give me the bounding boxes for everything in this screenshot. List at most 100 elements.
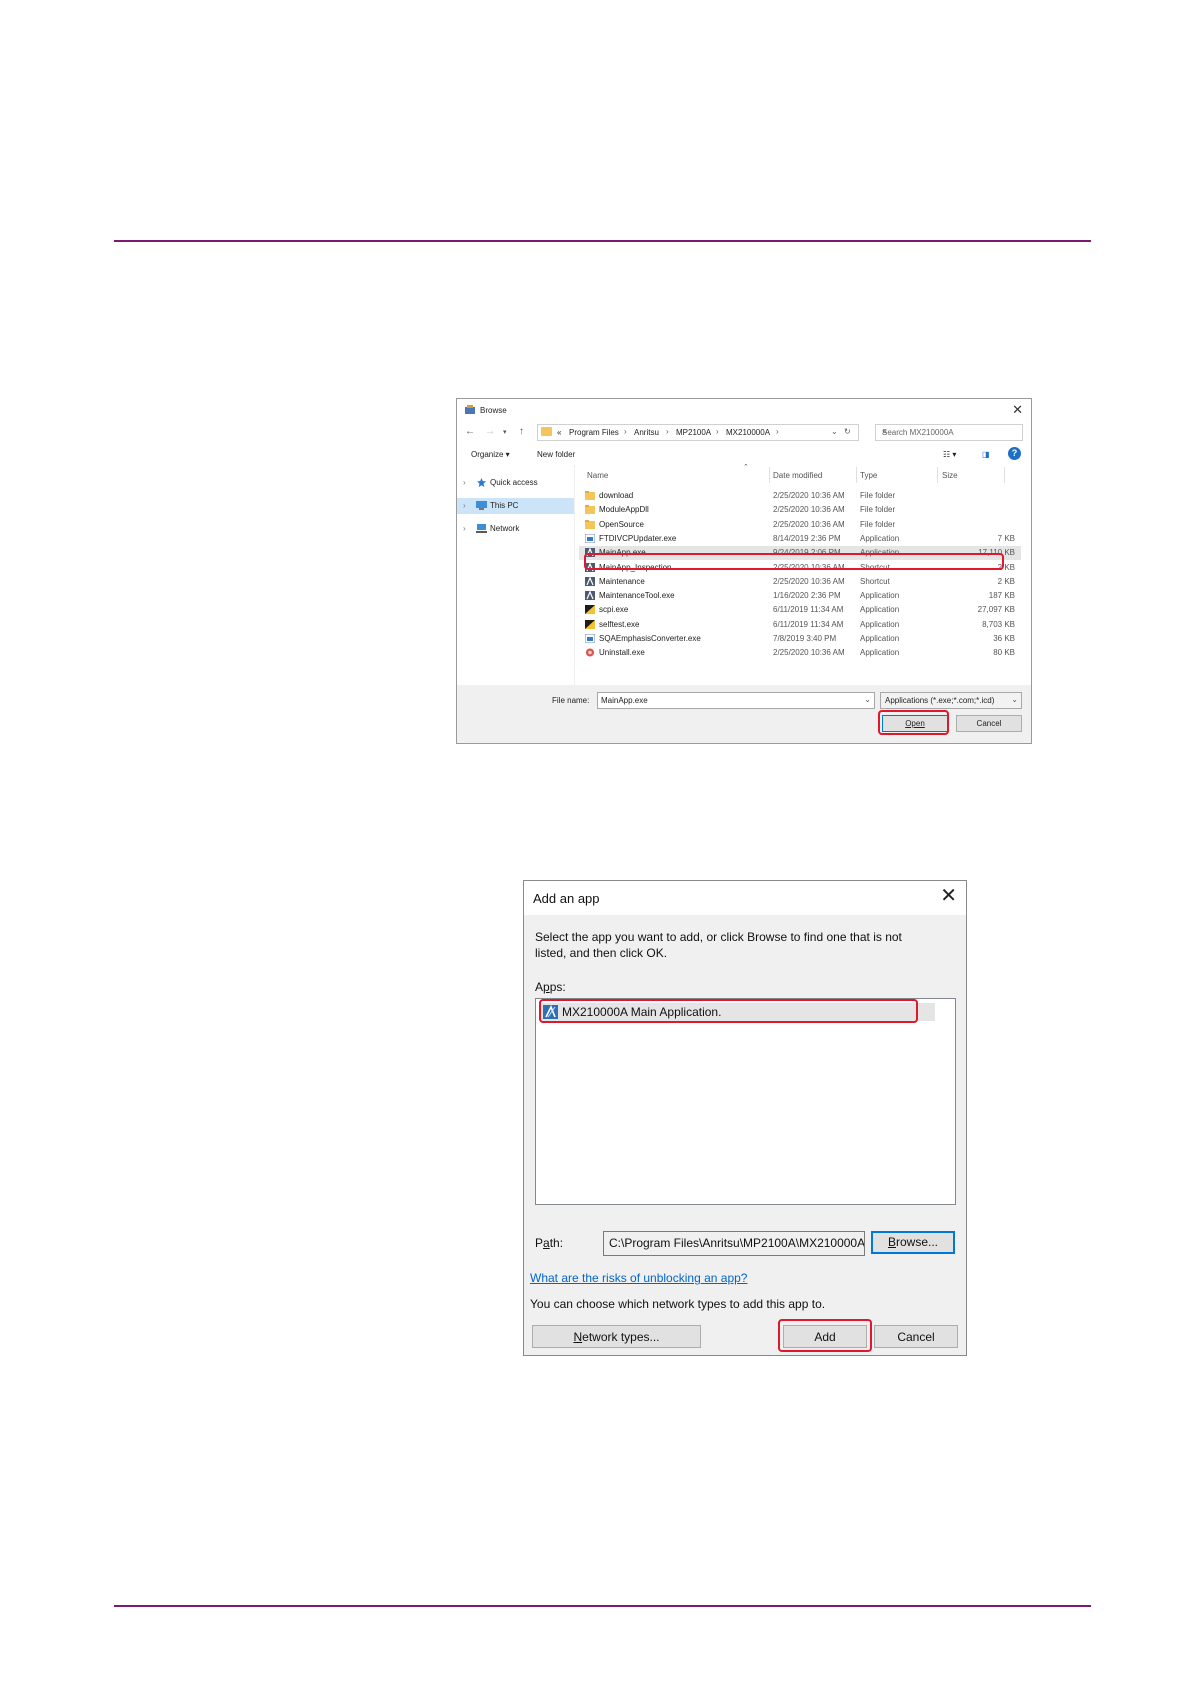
file-name-cell: OpenSource <box>599 519 644 529</box>
path-field[interactable]: C:\Program Files\Anritsu\MP2100A\MX21000… <box>603 1231 865 1256</box>
view-options-icon[interactable]: ☷ ▾ <box>943 450 956 459</box>
column-divider <box>937 467 938 483</box>
navigation-pane: › Quick access › This PC › Network <box>457 465 574 685</box>
close-icon[interactable]: ✕ <box>1012 402 1023 418</box>
new-folder-button[interactable]: New folder <box>537 450 575 459</box>
nav-item-this-pc[interactable]: › This PC <box>457 498 574 514</box>
column-header-type[interactable]: Type <box>860 471 877 480</box>
folder-icon <box>585 491 595 500</box>
forward-arrow-icon[interactable]: → <box>485 426 495 437</box>
cancel-button[interactable]: Cancel <box>956 715 1022 732</box>
file-date-cell: 6/11/2019 11:34 AM <box>773 619 844 629</box>
up-arrow-icon[interactable]: ↑ <box>519 426 524 437</box>
apps-list[interactable]: MX210000A Main Application. <box>535 998 956 1205</box>
table-row[interactable]: download 2/25/2020 10:36 AM File folder <box>579 489 1021 503</box>
table-row[interactable]: FTDIVCPUpdater.exe 8/14/2019 2:36 PM Appli… <box>579 532 1021 546</box>
file-type-cell: Application <box>860 634 900 643</box>
browse-button[interactable]: Browse... <box>871 1231 955 1254</box>
file-type-cell: Shortcut <box>860 576 890 586</box>
folder-icon <box>585 505 595 515</box>
file-name-cell: selftest.exe <box>599 619 640 629</box>
breadcrumb-anritsu[interactable]: Anritsu <box>634 428 659 437</box>
table-row[interactable]: MaintenanceTool.exe 1/16/2020 2:36 PM Appl… <box>579 589 1021 603</box>
cancel-button[interactable]: Cancel <box>874 1325 958 1348</box>
footer-rule <box>114 1605 1091 1607</box>
table-row[interactable]: Uninstall.exe 2/25/2020 10:36 AM Applicati… <box>579 646 1021 660</box>
table-row[interactable]: ModuleAppDll 2/25/2020 10:36 AM File folde… <box>579 503 1021 517</box>
unblocking-risks-link[interactable]: What are the risks of unblocking an app? <box>530 1271 747 1285</box>
file-type-value: Applications (*.exe;*.com;*.icd) <box>885 696 995 705</box>
scpi-icon <box>585 605 595 615</box>
nav-item-quick-access[interactable]: › Quick access <box>457 475 574 491</box>
address-bar-row: ← → ▾ ↑ « Program Files › Anritsu › MP21… <box>457 421 1031 443</box>
file-type-cell: Application <box>860 605 900 615</box>
file-type-select[interactable]: Applications (*.exe;*.com;*.icd) ⌄ <box>880 692 1022 709</box>
table-row[interactable]: SQAEmphasisConverter.exe 7/8/2019 3:40 PM… <box>579 632 1021 646</box>
folder-icon <box>585 519 595 529</box>
add-app-title: Add an app <box>533 891 600 906</box>
exe-icon <box>584 533 596 544</box>
search-input[interactable]: Search MX210000A ⌕ <box>875 424 1023 441</box>
file-size-cell: 27,097 KB <box>977 605 1015 615</box>
header-rule <box>114 240 1091 242</box>
file-date-cell: 1/16/2020 2:36 PM <box>773 591 841 601</box>
organize-menu[interactable]: Organize ▾ <box>471 450 510 459</box>
uninstall-icon <box>585 648 595 657</box>
table-row[interactable]: scpi.exe 6/11/2019 11:34 AM Application 27,… <box>579 603 1021 617</box>
nav-item-label: Quick access <box>490 478 538 487</box>
sort-ascending-icon: ⌃ <box>743 464 749 471</box>
chevron-right-icon: › <box>716 427 719 436</box>
anritsu-app-icon <box>585 590 595 601</box>
file-size-cell: 7 KB <box>997 533 1015 543</box>
nav-item-label: This PC <box>490 501 519 510</box>
column-header-date[interactable]: Date modified <box>773 471 822 480</box>
column-header-size[interactable]: Size <box>942 471 958 480</box>
file-size-cell: 8,703 KB <box>982 619 1015 629</box>
file-type-cell: File folder <box>860 491 896 500</box>
network-types-note: You can choose which network types to ad… <box>530 1297 826 1311</box>
nav-item-label: Network <box>490 524 520 533</box>
selected-file-highlight <box>584 553 1004 570</box>
chevron-down-icon[interactable]: ⌄ <box>1011 695 1018 704</box>
chevron-right-icon: › <box>624 427 627 436</box>
back-arrow-icon[interactable]: ← <box>465 426 475 437</box>
file-name-value: MainApp.exe <box>601 696 648 705</box>
file-size-cell: 36 KB <box>993 634 1015 643</box>
add-app-description: Select the app you want to add, or click… <box>535 930 902 960</box>
recent-dropdown-icon[interactable]: ▾ <box>503 428 507 436</box>
nav-item-network[interactable]: › Network <box>457 521 574 537</box>
breadcrumb-mp2100a[interactable]: MP2100A <box>676 428 711 437</box>
file-date-cell: 2/25/2020 10:36 AM <box>773 576 845 586</box>
file-name-cell: download <box>599 491 634 500</box>
file-name-cell: SQAEmphasisConverter.exe <box>599 634 701 643</box>
breadcrumb[interactable]: « Program Files › Anritsu › MP2100A › MX… <box>537 424 859 441</box>
chevron-right-icon[interactable]: › <box>463 524 466 533</box>
table-row[interactable]: selftest.exe 6/11/2019 11:34 AM Applicatio… <box>579 618 1021 632</box>
file-type-cell: Application <box>860 619 900 629</box>
table-row[interactable]: OpenSource 2/25/2020 10:36 AM File folder <box>579 518 1021 532</box>
chevron-down-icon[interactable]: ⌄ <box>831 427 838 436</box>
browse-title: Browse <box>480 406 507 415</box>
help-icon[interactable]: ? <box>1008 447 1021 460</box>
column-header-name[interactable]: Name <box>587 471 608 480</box>
file-size-cell: 187 KB <box>988 591 1015 601</box>
refresh-icon[interactable]: ↻ <box>844 427 851 436</box>
chevron-right-icon[interactable]: › <box>463 501 466 510</box>
breadcrumb-program-files[interactable]: Program Files <box>569 428 619 437</box>
app-item-highlight <box>539 999 918 1023</box>
network-types-button[interactable]: Network types... <box>532 1325 701 1348</box>
path-label: Path: <box>535 1236 564 1250</box>
file-type-cell: Application <box>860 648 900 658</box>
preview-pane-icon[interactable]: ◨ <box>982 450 990 459</box>
chevron-right-icon[interactable]: › <box>463 478 466 487</box>
close-icon[interactable]: ✕ <box>940 886 957 906</box>
chevron-down-icon[interactable]: ⌄ <box>864 695 871 704</box>
breadcrumb-mx210000a[interactable]: MX210000A <box>726 428 770 437</box>
file-name-cell: MaintenanceTool.exe <box>599 591 675 601</box>
file-date-cell: 2/25/2020 10:36 AM <box>773 648 845 658</box>
file-date-cell: 2/25/2020 10:36 AM <box>773 519 845 529</box>
browse-window-icon <box>465 405 475 414</box>
breadcrumb-overflow[interactable]: « <box>557 428 561 437</box>
file-name-input[interactable]: MainApp.exe ⌄ <box>597 692 875 709</box>
table-row[interactable]: Maintenance 2/25/2020 10:36 AM Shortcut 2 K… <box>579 575 1021 589</box>
